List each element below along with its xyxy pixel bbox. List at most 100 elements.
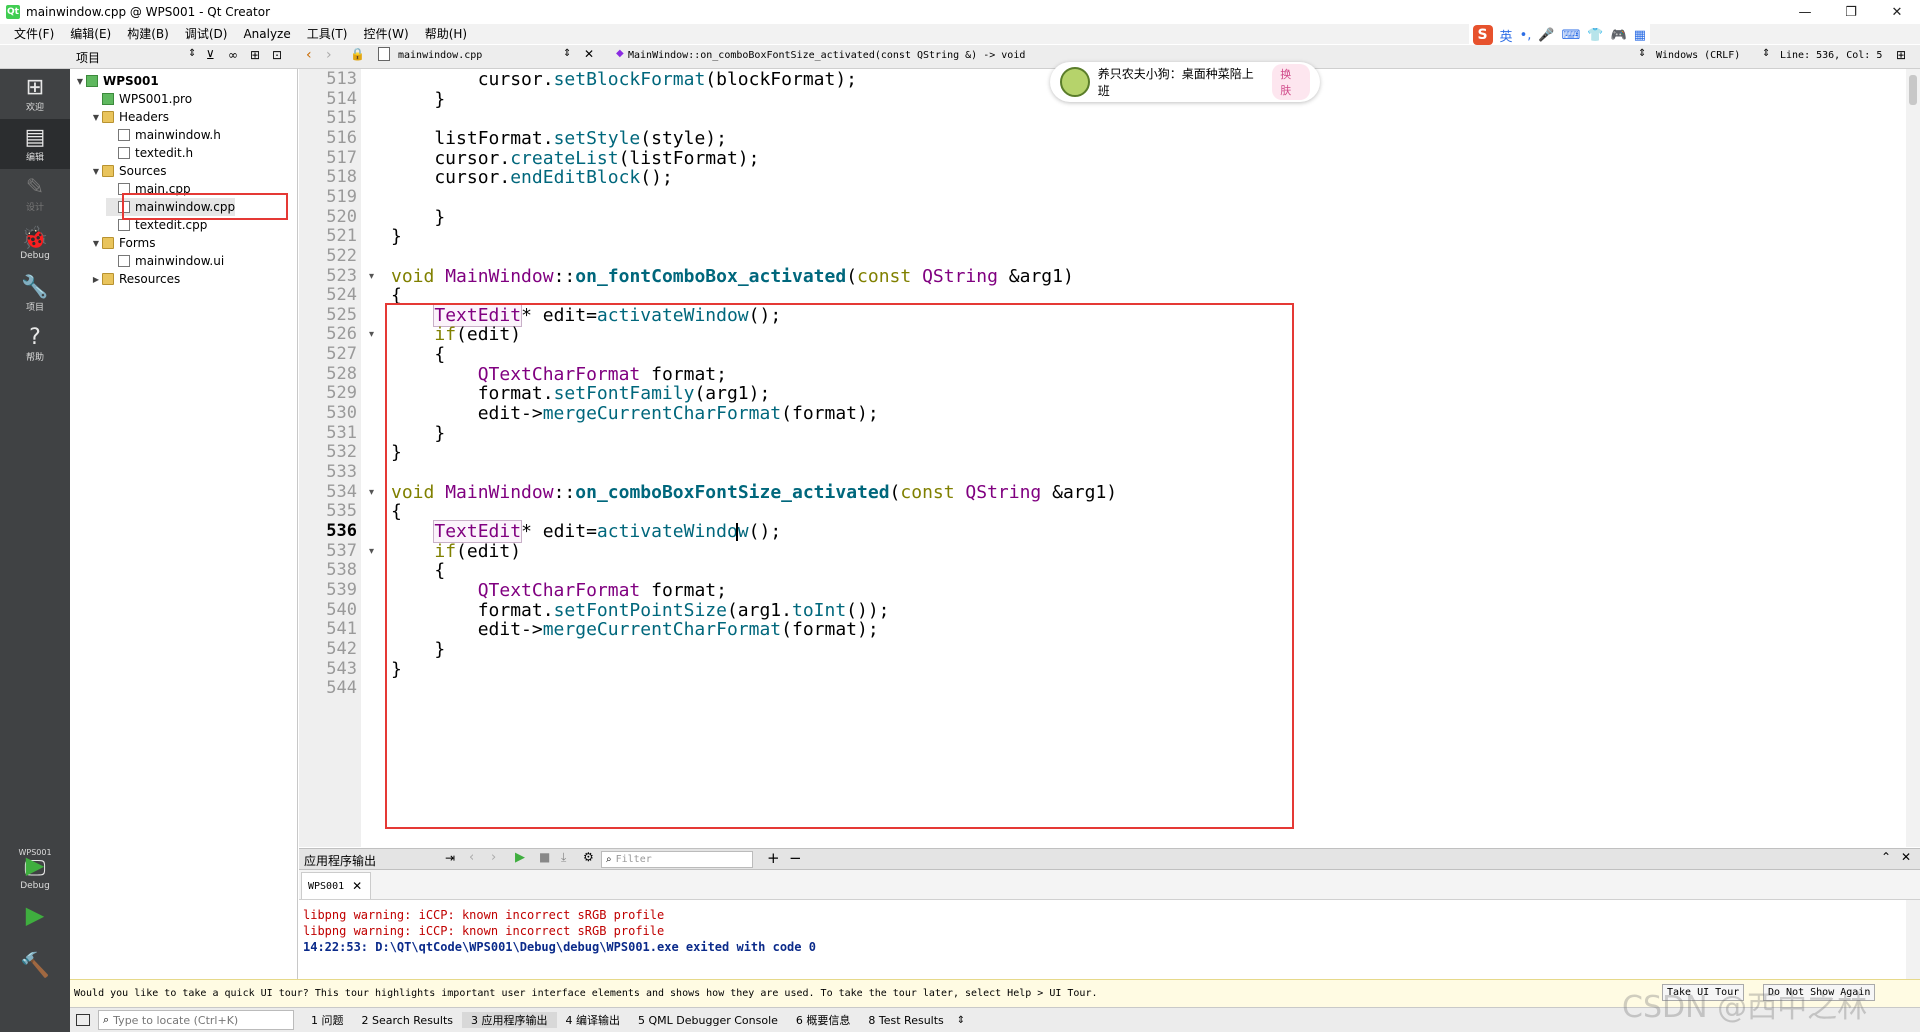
skin-icon[interactable]: 👕	[1587, 28, 1603, 43]
tree-item[interactable]: mainwindow.h	[106, 126, 221, 144]
cursor-position[interactable]: Line: 536, Col: 5	[1780, 50, 1882, 61]
split-editor-icon[interactable]: ⊞	[1896, 48, 1906, 62]
code-token: (listFormat);	[618, 147, 760, 169]
tree-item[interactable]: mainwindow.ui	[106, 252, 224, 270]
mode-edit[interactable]: ▤ 编辑	[0, 119, 70, 169]
fold-arrow-icon[interactable]: ▾	[369, 271, 374, 282]
expand-arrow-icon[interactable]: ▼	[90, 113, 102, 122]
back-arrow-icon[interactable]: ‹	[306, 47, 312, 63]
tree-item[interactable]: textedit.h	[106, 144, 193, 162]
menu-item[interactable]: Analyze	[235, 24, 298, 44]
expand-arrow-icon[interactable]: ▶	[90, 275, 102, 284]
punctuation-icon[interactable]: •,	[1520, 28, 1532, 43]
build-button[interactable]: 🔨	[0, 945, 70, 985]
pane-button[interactable]: 6 概要信息	[787, 1012, 860, 1028]
attach-icon[interactable]: ⇥	[445, 851, 455, 865]
fold-arrow-icon[interactable]: ▾	[369, 546, 374, 557]
more-panes-icon[interactable]: ⇕	[957, 1015, 965, 1026]
code-token: const	[857, 265, 912, 287]
pane-button[interactable]: 1 问题	[302, 1012, 353, 1028]
output-log[interactable]: libpng warning: iCCP: known incorrect sR…	[299, 900, 1906, 979]
expand-arrow-icon[interactable]: ▼	[90, 239, 102, 248]
settings-gear-icon[interactable]: ⚙	[583, 850, 594, 864]
open-file-tab[interactable]: mainwindow.cpp	[398, 50, 482, 61]
microphone-icon[interactable]: 🎤	[1538, 28, 1554, 43]
mode-welcome[interactable]: ⊞ 欢迎	[0, 69, 70, 119]
next-icon[interactable]: ›	[491, 850, 496, 865]
filter-input[interactable]: ⌕ Filter	[601, 851, 753, 868]
pane-button[interactable]: 8 Test Results	[859, 1014, 952, 1027]
maximize-pane-icon[interactable]: ⌃	[1881, 850, 1891, 864]
fold-arrow-icon[interactable]: ▾	[369, 487, 374, 498]
close-pane-icon[interactable]: ⊡	[272, 48, 282, 62]
game-icon[interactable]: 🎮	[1611, 28, 1627, 43]
tree-item[interactable]: ▼ Sources	[90, 162, 167, 180]
fold-arrow-icon[interactable]: ▾	[369, 329, 374, 340]
split-icon[interactable]: ⊞	[250, 48, 260, 62]
file-selector-arrow-icon[interactable]: ⇕	[563, 48, 571, 59]
ime-toolbar: S 英 •, 🎤 ⌨ 👕 🎮 ▦	[1468, 24, 1650, 46]
menu-item[interactable]: 工具(T)	[299, 24, 356, 44]
scroll-thumb[interactable]	[1909, 75, 1917, 105]
pane-button[interactable]: 5 QML Debugger Console	[629, 1014, 787, 1027]
close-file-icon[interactable]: ✕	[584, 47, 594, 61]
menu-item[interactable]: 构建(B)	[119, 24, 177, 44]
tree-item[interactable]: WPS001.pro	[90, 90, 192, 108]
project-selector-arrow-icon[interactable]: ⇕	[188, 48, 196, 59]
rerun-icon[interactable]: ▶	[515, 850, 525, 865]
pane-button[interactable]: 4 编译输出	[557, 1012, 630, 1028]
debug-run-button[interactable]: ▶	[0, 895, 70, 935]
menu-item[interactable]: 文件(F)	[6, 24, 62, 44]
code-token: }	[391, 88, 446, 110]
sogou-logo-icon[interactable]: S	[1472, 25, 1493, 45]
keyboard-icon[interactable]: ⌨	[1562, 28, 1581, 43]
close-output-icon[interactable]: ✕	[1901, 850, 1911, 864]
desktop-pet-popup[interactable]: 养只农夫小狗：桌面种菜陪上班 换肤	[1050, 62, 1320, 102]
tree-item[interactable]: ▼ Forms	[90, 234, 156, 252]
maximize-button[interactable]: ❐	[1828, 0, 1874, 24]
project-pane-label: 项目	[76, 51, 101, 65]
close-button[interactable]: ✕	[1874, 0, 1920, 24]
pane-button[interactable]: 2 Search Results	[353, 1014, 463, 1027]
toggle-sidebar-icon[interactable]	[76, 1014, 90, 1026]
close-tab-icon[interactable]: ✕	[352, 879, 362, 893]
tree-item[interactable]: ▶ Resources	[90, 270, 180, 288]
mode-projects[interactable]: 🔧 项目	[0, 269, 70, 319]
tree-item[interactable]: ▼ WPS001	[74, 72, 159, 90]
function-selector-arrow-icon[interactable]: ⇕	[1638, 48, 1646, 59]
editor-scrollbar[interactable]	[1906, 69, 1920, 847]
line-ending-arrow-icon[interactable]: ⇕	[1762, 48, 1770, 59]
menu-item[interactable]: 帮助(H)	[417, 24, 475, 44]
expand-arrow-icon[interactable]: ▼	[74, 77, 86, 86]
menu-item[interactable]: 调试(D)	[177, 24, 236, 44]
output-scrollbar[interactable]	[1906, 900, 1920, 979]
code-token: setBlockFormat	[553, 69, 706, 90]
ime-lang-toggle[interactable]: 英	[1500, 26, 1513, 45]
apps-grid-icon[interactable]: ▦	[1634, 28, 1646, 43]
mode-help[interactable]: ? 帮助	[0, 319, 70, 369]
mode-debug[interactable]: 🐞 Debug	[0, 219, 70, 269]
minimize-button[interactable]: —	[1782, 0, 1828, 24]
code-token: endEditBlock	[510, 167, 641, 189]
zoom-out-icon[interactable]: −	[789, 849, 802, 867]
popup-skin-button[interactable]: 换肤	[1272, 64, 1310, 100]
expand-arrow-icon[interactable]: ▼	[90, 167, 102, 176]
filter-icon[interactable]: ⊻	[206, 48, 215, 62]
tree-item[interactable]: ▼ Headers	[90, 108, 169, 126]
run-button[interactable]: ▶	[0, 845, 70, 885]
function-breadcrumb[interactable]: MainWindow::on_comboBoxFontSize_activate…	[628, 50, 1025, 61]
pane-button[interactable]: 3 应用程序输出	[462, 1012, 557, 1028]
link-icon[interactable]: ∞	[228, 48, 238, 62]
stop-icon[interactable]: ■	[539, 850, 550, 864]
prev-icon[interactable]: ‹	[469, 850, 474, 865]
output-tab-wps001[interactable]: WPS001 ✕	[301, 872, 371, 899]
zoom-in-icon[interactable]: +	[767, 849, 780, 867]
mode-design[interactable]: ✎ 设计	[0, 169, 70, 219]
locator-input[interactable]: ⌕ Type to locate (Ctrl+K)	[98, 1010, 294, 1030]
menu-item[interactable]: 编辑(E)	[62, 24, 119, 44]
forward-arrow-icon[interactable]: ›	[326, 47, 332, 63]
attach-debugger-icon[interactable]: ⤓	[561, 850, 566, 865]
menu-item[interactable]: 控件(W)	[355, 24, 416, 44]
lock-icon: 🔒	[350, 47, 365, 61]
line-ending-selector[interactable]: Windows (CRLF)	[1656, 50, 1740, 61]
